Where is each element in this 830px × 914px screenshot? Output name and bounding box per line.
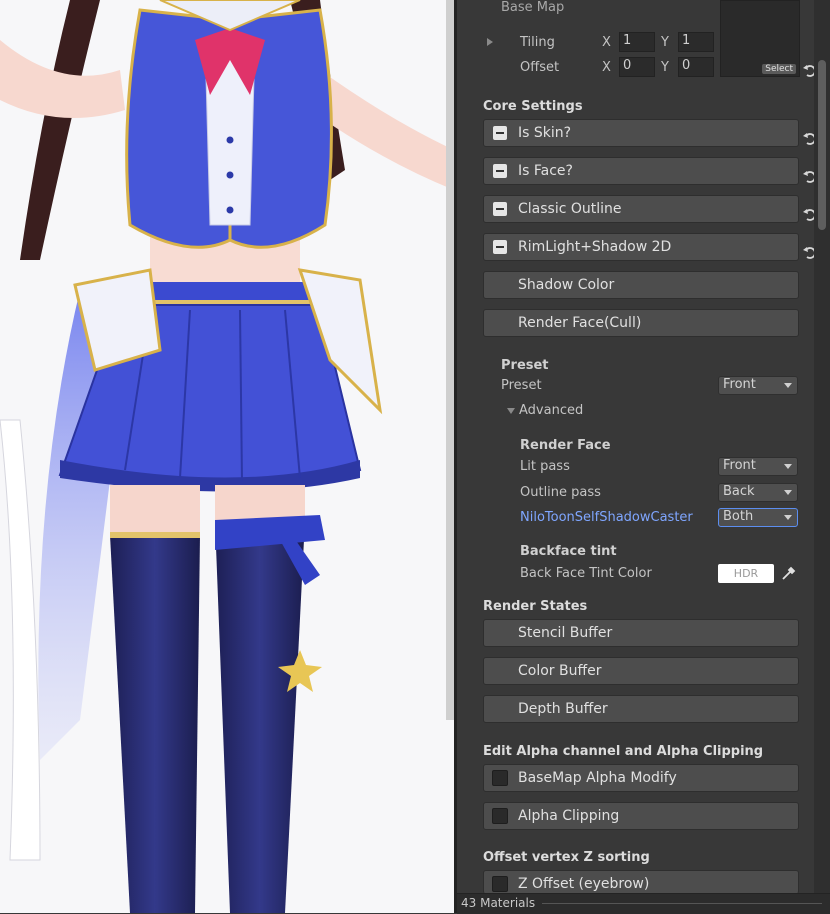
color-buffer-label: Color Buffer <box>518 663 602 679</box>
preset-header: Preset <box>501 358 549 373</box>
materials-count: 43 Materials <box>461 896 536 910</box>
chevron-down-icon <box>784 515 792 520</box>
stencil-buffer-label: Stencil Buffer <box>518 625 613 641</box>
tiling-label: Tiling <box>520 35 555 50</box>
advanced-foldout-label[interactable]: Advanced <box>519 403 583 418</box>
footer-bar: 43 Materials <box>457 893 830 914</box>
tiling-x-label: X <box>602 35 611 50</box>
scene-viewport[interactable] <box>0 0 454 913</box>
preset-dropdown[interactable]: Front <box>718 376 798 395</box>
shadowcaster-pass-value: Both <box>723 509 754 524</box>
base-map-label: Base Map <box>501 0 565 15</box>
render-face-cull-button[interactable]: Render Face(Cull) <box>483 309 799 337</box>
offset-label: Offset <box>520 60 560 75</box>
rimlight-shadow-toggle[interactable]: RimLight+Shadow 2D <box>483 233 799 261</box>
checkbox[interactable] <box>492 808 508 824</box>
depth-buffer-button[interactable]: Depth Buffer <box>483 695 799 723</box>
alpha-clipping-label: Alpha Clipping <box>518 808 620 824</box>
z-offset-eyebrow-label: Z Offset (eyebrow) <box>518 876 650 892</box>
eyedropper-icon[interactable] <box>781 565 797 581</box>
backface-tint-color-label: Back Face Tint Color <box>520 566 652 581</box>
render-states-header: Render States <box>483 599 588 614</box>
preset-value: Front <box>723 377 756 392</box>
render-face-cull-label: Render Face(Cull) <box>518 315 642 331</box>
character-model <box>0 0 454 913</box>
classic-outline-toggle[interactable]: Classic Outline <box>483 195 799 223</box>
checkbox[interactable] <box>492 876 508 892</box>
advanced-foldout-icon[interactable] <box>507 408 515 414</box>
material-inspector: Base Map Tiling X 1 Y 1 Offset X 0 Y 0 S… <box>457 0 830 914</box>
chevron-down-icon <box>784 383 792 388</box>
lit-pass-value: Front <box>723 458 756 473</box>
color-buffer-button[interactable]: Color Buffer <box>483 657 799 685</box>
scrollbar-thumb[interactable] <box>818 60 826 230</box>
preset-label: Preset <box>501 378 542 393</box>
outline-pass-dropdown[interactable]: Back <box>718 483 798 502</box>
tiling-x-field[interactable]: 1 <box>619 32 655 52</box>
texture-select-button[interactable]: Select <box>762 64 796 74</box>
is-skin-toggle[interactable]: Is Skin? <box>483 119 799 147</box>
outline-pass-label: Outline pass <box>520 485 601 500</box>
render-face-header: Render Face <box>520 438 611 453</box>
shadow-color-button[interactable]: Shadow Color <box>483 271 799 299</box>
shadowcaster-pass-dropdown[interactable]: Both <box>718 508 798 527</box>
minus-icon <box>493 202 507 216</box>
depth-buffer-label: Depth Buffer <box>518 701 608 717</box>
is-skin-label: Is Skin? <box>518 125 572 141</box>
alpha-clipping-toggle[interactable]: Alpha Clipping <box>483 802 799 830</box>
outline-pass-value: Back <box>723 484 755 499</box>
shadowcaster-pass-label: NiloToonSelfShadowCaster <box>520 510 693 525</box>
checkbox[interactable] <box>492 770 508 786</box>
backface-tint-color-field[interactable]: HDR <box>718 564 774 583</box>
shadow-color-label: Shadow Color <box>518 277 615 293</box>
core-settings-header: Core Settings <box>483 99 583 114</box>
chevron-down-icon <box>784 490 792 495</box>
footer-divider <box>542 903 822 904</box>
is-face-label: Is Face? <box>518 163 573 179</box>
backface-tint-header: Backface tint <box>520 544 617 559</box>
lit-pass-dropdown[interactable]: Front <box>718 457 798 476</box>
z-offset-eyebrow-toggle[interactable]: Z Offset (eyebrow) <box>483 870 799 894</box>
tiling-y-field[interactable]: 1 <box>678 32 714 52</box>
basemap-alpha-modify-toggle[interactable]: BaseMap Alpha Modify <box>483 764 799 792</box>
rimlight-shadow-label: RimLight+Shadow 2D <box>518 239 672 255</box>
inspector-scrollbar[interactable] <box>814 0 830 893</box>
chevron-down-icon <box>784 464 792 469</box>
offset-x-label: X <box>602 60 611 75</box>
offset-x-field[interactable]: 0 <box>619 57 655 77</box>
tiling-y-label: Y <box>661 35 669 50</box>
texture-slot-preview[interactable]: Select <box>720 0 800 77</box>
alpha-section-header: Edit Alpha channel and Alpha Clipping <box>483 744 764 759</box>
zsort-section-header: Offset vertex Z sorting <box>483 850 650 865</box>
offset-y-field[interactable]: 0 <box>678 57 714 77</box>
stencil-buffer-button[interactable]: Stencil Buffer <box>483 619 799 647</box>
lit-pass-label: Lit pass <box>520 459 570 474</box>
offset-y-label: Y <box>661 60 669 75</box>
basemap-alpha-modify-label: BaseMap Alpha Modify <box>518 770 677 786</box>
classic-outline-label: Classic Outline <box>518 201 622 217</box>
minus-icon <box>493 126 507 140</box>
tiling-foldout-icon[interactable] <box>487 38 493 46</box>
minus-icon <box>493 240 507 254</box>
is-face-toggle[interactable]: Is Face? <box>483 157 799 185</box>
minus-icon <box>493 164 507 178</box>
